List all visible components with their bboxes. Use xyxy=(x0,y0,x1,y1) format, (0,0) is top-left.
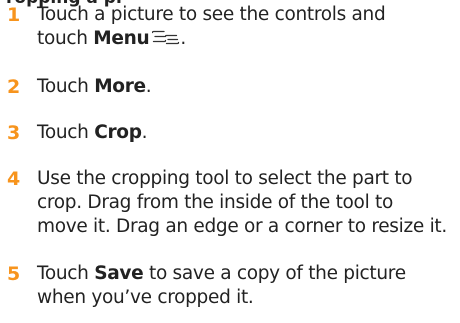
step-line: Touch Save to save a copy of the picture xyxy=(37,262,447,286)
save-label: Save xyxy=(94,263,144,284)
step-line: Use the cropping tool to select the part… xyxy=(37,168,413,189)
crop-label: Crop xyxy=(94,122,142,143)
text-suffix: . xyxy=(180,28,186,49)
step-text: Touch a picture to see the controls and … xyxy=(37,3,447,53)
text-prefix: Touch xyxy=(37,122,95,143)
step-number: 2 xyxy=(7,76,21,98)
step-number: 5 xyxy=(7,263,21,285)
step-text: Touch Crop. xyxy=(37,121,447,145)
menu-icon xyxy=(152,28,180,53)
text-suffix: . xyxy=(141,122,148,143)
text-prefix: touch xyxy=(37,28,94,49)
more-label: More xyxy=(94,76,146,97)
step-text: Use the cropping tool to select the part… xyxy=(37,167,447,239)
step-line: touch Menu . xyxy=(37,27,447,53)
text-suffix: to save a copy of the picture xyxy=(143,263,406,284)
menu-label: Menu xyxy=(93,28,150,49)
text-prefix: Touch xyxy=(37,263,95,284)
step-line: Touch a picture to see the controls and xyxy=(37,4,386,25)
text-prefix: Touch xyxy=(37,76,95,97)
step-line: crop. Drag from the inside of the tool t… xyxy=(37,192,393,213)
step-line: when you’ve cropped it. xyxy=(37,287,254,308)
step-text: Touch More. xyxy=(37,75,447,99)
step-line: move it. Drag an edge or a corner to res… xyxy=(37,216,447,237)
step-text: Touch Save to save a copy of the picture… xyxy=(37,262,447,310)
step-number: 4 xyxy=(7,168,21,190)
step-number: 1 xyxy=(7,4,21,26)
step-number: 3 xyxy=(7,122,21,144)
text-suffix: . xyxy=(145,76,152,97)
